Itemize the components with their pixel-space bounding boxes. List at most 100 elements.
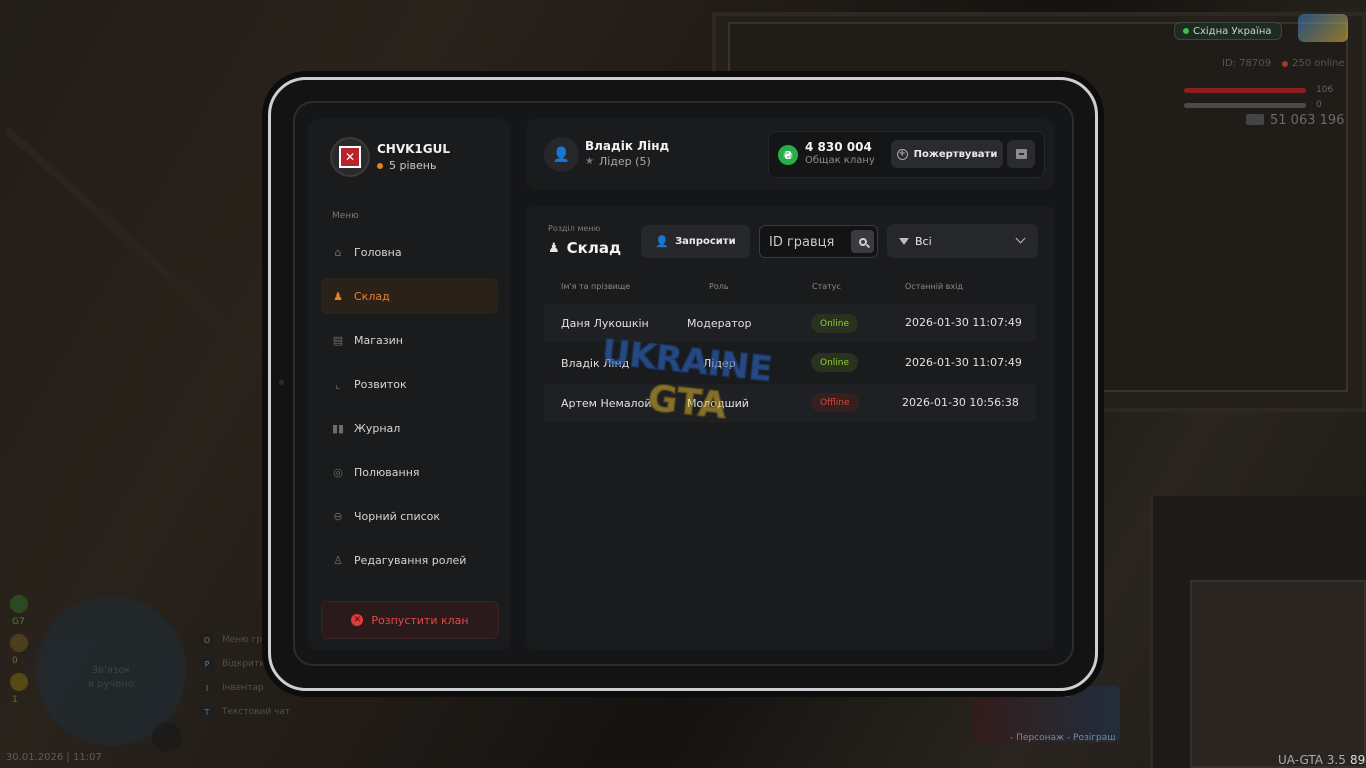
target-icon: ◎ [333,465,343,479]
archive-icon [1015,149,1027,159]
user-edit-icon: ♙ [333,553,343,567]
archive-button[interactable] [1007,140,1035,168]
section-caption: Розділ меню [548,224,601,233]
level-dot-icon [377,162,383,169]
hud-side-value-3: 1 [12,695,18,705]
hud-datetime: 30.01.2026 | 11:07 [6,752,102,763]
hud-side-value-2: 0 [12,656,18,666]
book-icon: ▮▮ [331,421,345,435]
disband-clan-label: Розпустити клан [371,613,469,627]
sidebar-item-journal[interactable]: ▮▮ Журнал [321,410,498,446]
status-badge: Offline [811,393,859,412]
sidebar-item-blacklist[interactable]: ⊖ Чорний список [321,498,498,534]
armor-value: 0 [1316,100,1322,110]
health-bar-fill [1184,88,1306,93]
member-last-login: 2026-01-30 11:07:49 [905,356,1022,369]
leader-role: ★ Лідер (5) [585,155,651,168]
leader-name: Владік Лінд [585,139,670,153]
member-name: Артем Немалой [561,397,652,410]
menu-title: Меню [332,211,359,221]
sidebar-item-hunting[interactable]: ◎ Полювання [321,454,498,490]
player-id-search-input[interactable] [769,232,849,252]
member-role: Модератор [687,317,752,330]
sidebar-item-label: Редагування ролей [354,553,467,567]
sidebar-item-development[interactable]: ⌞ Розвиток [321,366,498,402]
search-button[interactable] [851,230,874,253]
tablet-camera [279,380,284,385]
armor-bar [1184,103,1306,108]
donate-label: Пожертвувати [913,148,998,160]
clan-avatar: ✕ [330,137,370,177]
sidebar-item-shop[interactable]: ▤ Магазин [321,322,498,358]
member-role: Лідер [703,357,736,370]
chevron-down-icon [1015,233,1026,244]
search-icon [858,237,867,246]
clan-name: CHVK1GUL [377,142,451,156]
thirst-icon [10,634,28,652]
invite-label: Запросити [675,236,736,247]
sidebar-item-label: Магазин [354,333,403,347]
fps-counter: 89 [1350,753,1366,767]
sidebar-item-label: Журнал [354,421,401,435]
minimap-text-1: Зв'язок [91,665,131,676]
member-last-login: 2026-01-30 11:07:49 [905,316,1022,329]
hud-money: 51 063 196 [1270,113,1345,128]
energy-icon [10,673,28,691]
column-header-status: Статус [812,282,841,291]
filter-icon [899,237,909,245]
clan-level-label: 5 рівень [389,159,437,172]
users-icon: ♟ [548,240,560,256]
key-hint: T Текстовий чат [200,700,290,724]
invite-button[interactable]: 👤 Запросити [641,225,750,258]
sidebar-item-label: Головна [354,245,402,259]
sidebar-item-edit-roles[interactable]: ♙ Редагування ролей [321,542,498,578]
promo-subtitle: - Персонаж - Розіграш [1010,733,1116,743]
key-hint: I Інвентар [200,676,290,700]
hud-region-label: Східна Україна [1193,25,1272,37]
page-title: ♟ Склад [548,239,621,257]
status-badge: Online [811,353,859,372]
column-header-name: Ім'я та прізвище [561,282,631,291]
background-cabinet-door [1190,580,1366,768]
minimap-text-2: я ручено [87,679,135,690]
sidebar-item-label: Склад [354,289,390,303]
microphone-icon [152,722,182,752]
online-icon [1282,60,1288,67]
chart-icon: ⌞ [335,377,341,391]
member-name: Владік Лінд [561,357,630,370]
game-version: UA-GTA 3.5 [1278,753,1346,767]
hud-online-label: 250 online [1292,58,1345,69]
star-icon: ★ [585,156,594,167]
page-title-label: Склад [566,239,622,257]
hryvnia-coin-icon: ₴ [778,145,798,165]
leader-role-label: Лідер (5) [598,155,651,168]
sidebar-item-label: Чорний список [354,509,441,523]
health-bar [1184,88,1306,93]
money-icon [1246,114,1264,125]
clan-emblem-icon: ✕ [339,146,361,168]
status-badge: Online [811,314,859,333]
clan-fund-label: Общак клану [805,155,875,166]
hud-region-badge: Східна Україна [1174,22,1282,40]
leader-avatar-icon: 👤 [544,137,579,172]
donate-button[interactable]: + Пожертвувати [891,140,1003,168]
home-icon: ⌂ [334,245,342,259]
member-last-login: 2026-01-30 10:56:38 [902,396,1019,409]
disband-clan-button[interactable]: ✕ Розпустити клан [321,601,499,639]
clan-fund-amount: 4 830 004 [805,140,872,154]
status-filter-select[interactable]: Всі [887,224,1038,258]
clan-level: 5 рівень [377,159,436,172]
member-role: Молодший [687,397,749,410]
member-name: Даня Лукошкін [561,317,649,330]
close-circle-icon: ✕ [351,614,364,626]
column-header-role: Роль [709,282,729,291]
column-header-last-login: Останній вхід [905,282,963,291]
plus-circle-icon: + [896,148,908,160]
basket-icon: ▤ [332,333,344,347]
sidebar-item-home[interactable]: ⌂ Головна [321,234,498,270]
user-plus-icon: 👤 [655,235,670,248]
promo-title: CHRISTMAS GIVEAWAY [980,690,1071,699]
sidebar-item-storage[interactable]: ♟ Склад [321,278,498,314]
sidebar-item-label: Розвиток [354,377,407,391]
members-panel [526,205,1055,650]
